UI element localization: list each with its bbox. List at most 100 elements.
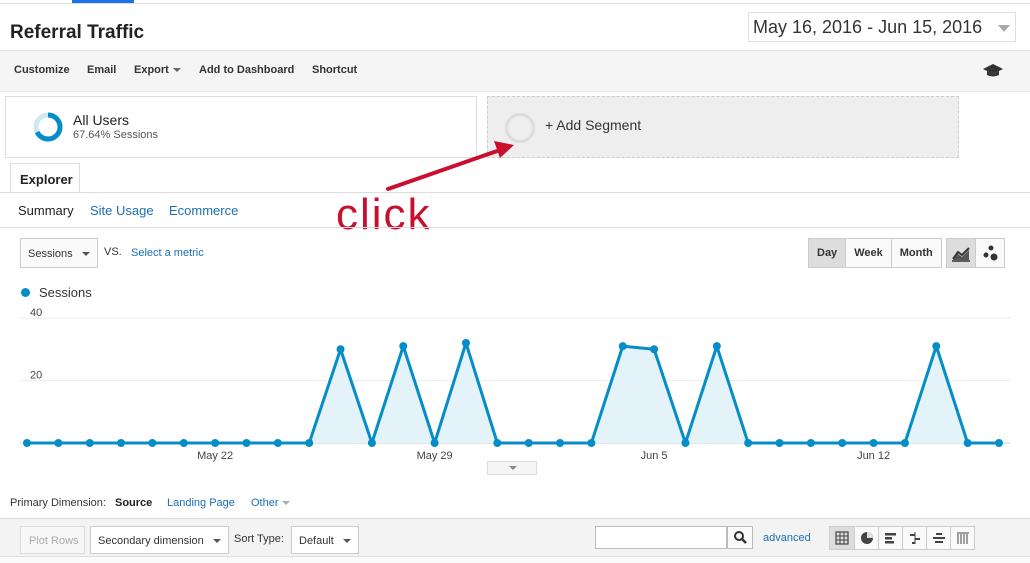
dimension-other[interactable]: Other (251, 497, 290, 509)
data-point (148, 439, 157, 447)
dimension-landing-page[interactable]: Landing Page (167, 497, 235, 509)
add-segment-button[interactable]: + Add Segment (487, 96, 959, 158)
comparison-icon (909, 532, 920, 544)
data-point (744, 439, 753, 447)
pivot-icon (956, 532, 969, 544)
line-chart-button[interactable] (946, 238, 976, 268)
chevron-down-icon (82, 252, 90, 256)
term-cloud-view-button[interactable] (926, 527, 950, 549)
table-search-input[interactable] (595, 526, 727, 549)
data-point (367, 439, 376, 447)
metric-select[interactable]: Sessions (20, 238, 98, 268)
chevron-down-icon (213, 539, 221, 543)
segment-ring-icon (33, 112, 63, 142)
vs-label: VS. (104, 246, 122, 258)
data-point (838, 439, 847, 447)
subtab-summary[interactable]: Summary (18, 203, 74, 218)
secondary-dimension-select[interactable]: Secondary dimension (90, 526, 229, 554)
motion-chart-button[interactable] (975, 238, 1005, 268)
top-divider (0, 3, 1030, 4)
tab-divider (0, 192, 1030, 193)
select-metric-link[interactable]: Select a metric (131, 247, 204, 259)
data-point (556, 439, 565, 447)
data-point (900, 439, 909, 447)
day-button[interactable]: Day (809, 239, 846, 267)
sessions-area (27, 343, 999, 443)
data-point (430, 439, 439, 447)
collapse-chart-button[interactable] (487, 461, 537, 475)
search-button[interactable] (727, 526, 753, 549)
export-button[interactable]: Export (134, 64, 181, 76)
x-tick-label: May 29 (417, 450, 453, 462)
annotation-click-text: click (336, 190, 432, 239)
empty-segment-ring-icon (505, 113, 535, 143)
search-icon (734, 531, 747, 544)
data-point (399, 342, 408, 351)
metric-select-value: Sessions (28, 248, 73, 260)
page-title: Referral Traffic (10, 22, 145, 43)
performance-view-button[interactable] (878, 527, 902, 549)
data-point (305, 439, 314, 447)
data-point (681, 439, 690, 447)
pivot-view-button[interactable] (950, 527, 974, 549)
shortcut-button[interactable]: Shortcut (312, 64, 357, 76)
tab-explorer[interactable]: Explorer (10, 163, 80, 193)
add-segment-label: + Add Segment (545, 117, 642, 133)
plot-rows-button[interactable]: Plot Rows (20, 526, 85, 554)
chevron-down-icon (343, 539, 351, 543)
email-button[interactable]: Email (87, 64, 116, 76)
data-point (587, 439, 596, 447)
sort-type-label: Sort Type: (234, 533, 284, 545)
pie-chart-icon (860, 532, 873, 544)
data-point (493, 439, 502, 447)
secondary-dimension-label: Secondary dimension (98, 535, 204, 547)
data-point (963, 439, 972, 447)
time-range-group: Day Week Month (808, 238, 942, 268)
y-tick-label: 40 (30, 307, 42, 319)
chevron-down-icon (509, 466, 517, 470)
pie-view-button[interactable] (854, 527, 878, 549)
date-range-picker[interactable]: May 16, 2016 - Jun 15, 2016 (748, 12, 1016, 42)
segment-percentage: 67.64% Sessions (73, 129, 158, 141)
subtab-site-usage[interactable]: Site Usage (90, 203, 154, 218)
bubble-chart-icon (983, 245, 998, 261)
sessions-legend-label: Sessions (39, 285, 92, 300)
sessions-line-chart: 20 40 May 22 May 29 Jun 5 Jun 12 (20, 307, 1010, 462)
data-point (23, 439, 31, 447)
primary-dimension-label: Primary Dimension: (10, 497, 106, 509)
data-point (117, 439, 126, 447)
add-to-dashboard-button[interactable]: Add to Dashboard (199, 64, 294, 76)
sessions-series-line (27, 341, 999, 445)
table-view-button[interactable] (830, 527, 854, 549)
week-button[interactable]: Week (845, 239, 891, 267)
term-cloud-icon (932, 533, 945, 543)
export-label: Export (134, 64, 169, 76)
line-chart-icon (952, 247, 970, 262)
data-point (806, 439, 815, 447)
data-point (461, 339, 470, 347)
data-point (179, 439, 188, 447)
y-tick-label: 20 (30, 370, 42, 382)
sort-type-select[interactable]: Default (291, 526, 359, 554)
data-point (618, 342, 627, 351)
segment-card-all-users[interactable]: All Users 67.64% Sessions (5, 96, 477, 158)
dimension-source: Source (115, 497, 153, 509)
subtab-ecommerce[interactable]: Ecommerce (169, 203, 238, 218)
sessions-legend-dot (21, 288, 30, 297)
x-tick-label: May 22 (197, 450, 233, 462)
month-button[interactable]: Month (890, 239, 941, 267)
data-point (85, 439, 94, 447)
grid-icon (835, 531, 849, 545)
x-tick-label: Jun 12 (857, 450, 890, 462)
comparison-view-button[interactable] (902, 527, 926, 549)
graduation-cap-icon[interactable] (982, 63, 1004, 79)
table-header-edge (0, 556, 1030, 563)
advanced-filter-link[interactable]: advanced (763, 532, 811, 544)
data-point (524, 439, 533, 447)
dimension-other-label: Other (251, 497, 279, 509)
report-toolbar: Customize Email Export Add to Dashboard … (0, 50, 1030, 92)
customize-button[interactable]: Customize (14, 64, 70, 76)
data-point (273, 439, 282, 447)
table-view-group (829, 526, 975, 550)
chevron-down-icon (281, 501, 290, 506)
